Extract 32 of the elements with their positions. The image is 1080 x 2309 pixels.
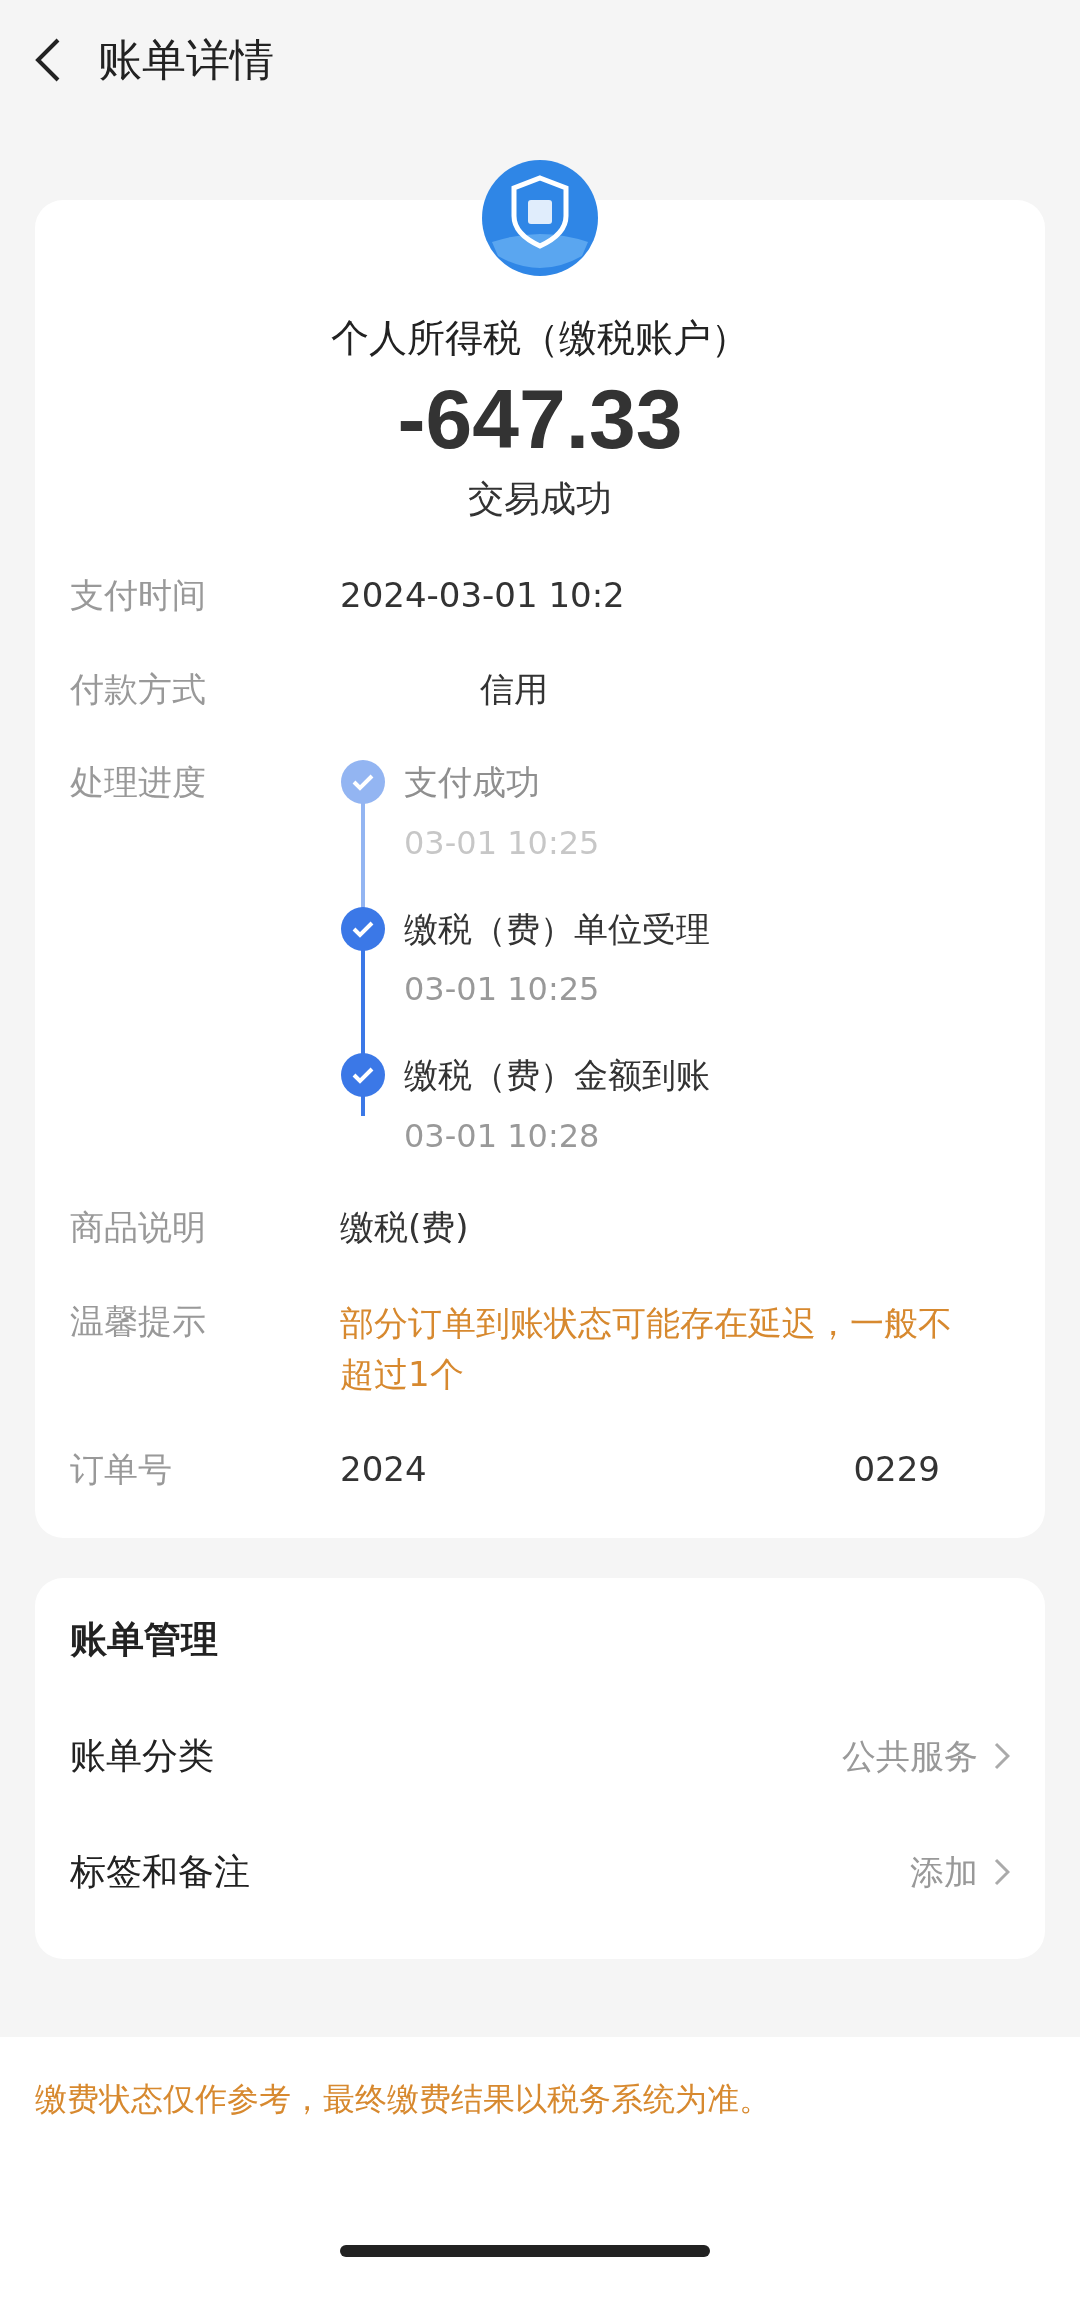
detail-label: 支付时间	[70, 574, 207, 617]
detail-label: 处理进度	[70, 761, 207, 805]
amount-text: -647.33	[397, 372, 683, 466]
order-number-end: 0229	[853, 1447, 940, 1491]
step-time: 03-01 10:25	[404, 822, 600, 864]
transaction-status: 交易成功	[468, 478, 612, 519]
section-title: 账单管理	[70, 1616, 219, 1663]
chevron-icon	[994, 1858, 1010, 1887]
detail-label: 订单号	[70, 1447, 173, 1491]
step-title: 缴税（费）单位受理	[404, 907, 710, 951]
item-label: 标签和备注	[70, 1850, 250, 1895]
footer-note: 缴费状态仅作参考，最终缴费结果以税务系统为准。	[34, 2079, 772, 2120]
list-item[interactable]: 账单分类 公共服务	[70, 1729, 1010, 1784]
notice-text: 部分订单到账状态可能存在延迟，一般不超过1个	[340, 1301, 953, 1396]
step-title: 支付成功	[404, 761, 541, 805]
list-item[interactable]: 标签和备注 添加	[70, 1845, 1010, 1900]
page-title: 账单详情	[98, 33, 274, 87]
detail-label: 温馨提示	[70, 1299, 207, 1343]
detail-label: 付款方式	[70, 667, 207, 711]
order-number-start: 2024	[340, 1447, 427, 1491]
detail-value: 缴税(费)	[340, 1206, 469, 1250]
item-value: 公共服务	[842, 1734, 978, 1778]
detail-value: 信用	[480, 667, 548, 711]
detail-label: 商品说明	[70, 1206, 207, 1250]
step-time: 03-01 10:28	[404, 1115, 601, 1157]
detail-value: 2024-03-01 10:2	[340, 574, 625, 617]
step-title: 缴税（费）金额到账	[404, 1053, 710, 1097]
step-time: 03-01 10:25	[404, 969, 601, 1011]
item-label: 账单分类	[70, 1734, 214, 1779]
item-value: 添加	[910, 1850, 978, 1894]
chevron-icon	[994, 1742, 1010, 1771]
merchant-name: 个人所得税（缴税账户）	[331, 315, 749, 362]
